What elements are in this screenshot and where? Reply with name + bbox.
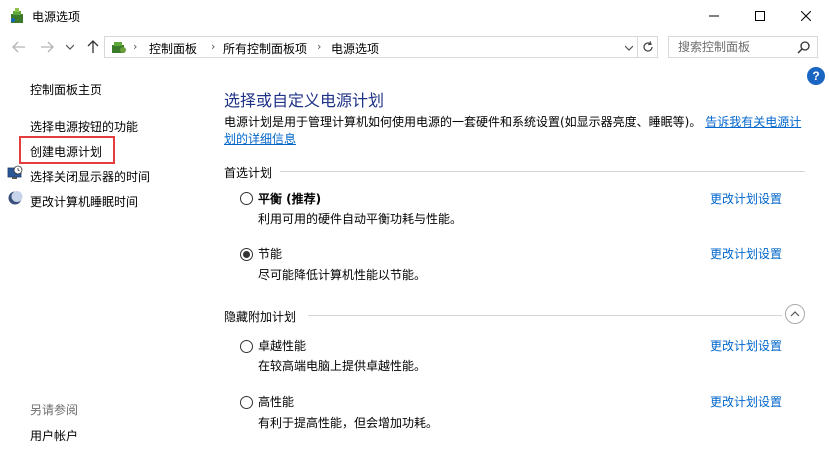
plan-power-saver-name[interactable]: 节能: [258, 245, 282, 262]
plan-power-saver-desc: 尽可能降低计算机性能以节能。: [258, 268, 427, 282]
section-divider: [280, 171, 805, 172]
back-button[interactable]: [10, 38, 28, 56]
plan-ultimate-change-link[interactable]: 更改计划设置: [710, 337, 782, 354]
hidden-plans-heading: 隐藏附加计划: [224, 310, 297, 324]
description-text: 电源计划是用于管理计算机如何使用电源的一套硬件和系统设置(如显示器亮度、睡眠等)…: [224, 115, 702, 129]
plan-ultimate-desc: 在较高端电脑上提供卓越性能。: [258, 359, 427, 373]
plan-balanced-desc: 利用可用的硬件自动平衡功耗与性能。: [258, 212, 463, 226]
up-button[interactable]: [84, 38, 102, 56]
sidebar-item-create-plan[interactable]: 创建电源计划: [30, 143, 102, 160]
plan-power-saver-change-link[interactable]: 更改计划设置: [710, 245, 782, 262]
plan-high-performance-change-link[interactable]: 更改计划设置: [710, 393, 782, 410]
chevron-down-icon: [625, 45, 633, 51]
arrow-left-icon: [12, 41, 25, 53]
collapse-hidden-plans-button[interactable]: [785, 304, 805, 324]
title-bar: 电源选项: [0, 0, 829, 32]
arrow-right-icon: [41, 41, 54, 53]
sidebar-item-sleep-time[interactable]: 更改计算机睡眠时间: [30, 193, 138, 210]
monitor-clock-icon: [7, 165, 23, 179]
see-also-heading: 另请参阅: [30, 403, 79, 417]
plan-ultimate-name[interactable]: 卓越性能: [258, 337, 306, 354]
maximize-button[interactable]: [737, 0, 783, 32]
breadcrumb-separator: ›: [133, 40, 138, 53]
breadcrumb-separator: ›: [317, 40, 322, 53]
page-description: 电源计划是用于管理计算机如何使用电源的一套硬件和系统设置(如显示器亮度、睡眠等)…: [224, 114, 804, 148]
plan-balanced-radio[interactable]: [240, 192, 253, 205]
close-button[interactable]: [783, 0, 829, 32]
search-input[interactable]: [669, 37, 793, 57]
power-options-icon: [11, 8, 23, 23]
refresh-button[interactable]: [638, 36, 658, 58]
chevron-down-icon: [66, 44, 74, 50]
maximize-icon: [755, 11, 765, 21]
control-panel-home-link[interactable]: 控制面板主页: [30, 81, 102, 98]
plan-balanced-name[interactable]: 平衡 (推荐): [258, 190, 321, 207]
help-button[interactable]: ?: [807, 67, 825, 85]
plan-ultimate-radio[interactable]: [240, 340, 253, 353]
window-title: 电源选项: [32, 10, 81, 24]
plan-high-performance-radio[interactable]: [240, 396, 253, 409]
forward-button[interactable]: [38, 38, 56, 56]
search-icon[interactable]: [797, 40, 811, 54]
minimize-button[interactable]: [691, 0, 737, 32]
breadcrumb-power-options[interactable]: 电源选项: [331, 40, 379, 57]
arrow-up-icon: [87, 40, 99, 53]
recent-locations-button[interactable]: [64, 38, 76, 56]
control-panel-icon: [112, 42, 126, 53]
address-dropdown-button[interactable]: [620, 37, 638, 59]
breadcrumb-control-panel[interactable]: 控制面板: [149, 40, 197, 57]
navigation-bar: › 控制面板 › 所有控制面板项 › 电源选项: [0, 32, 829, 62]
address-bar[interactable]: › 控制面板 › 所有控制面板项 › 电源选项: [104, 36, 638, 58]
chevron-up-icon: [790, 311, 800, 317]
preferred-plans-heading: 首选计划: [224, 166, 273, 180]
breadcrumb-separator: ›: [211, 40, 216, 53]
sidebar-item-display-off-time[interactable]: 选择关闭显示器的时间: [30, 168, 150, 185]
sidebar-item-power-button[interactable]: 选择电源按钮的功能: [30, 118, 138, 135]
refresh-icon: [642, 41, 653, 52]
plan-power-saver-radio[interactable]: [240, 248, 253, 261]
minimize-icon: [709, 15, 719, 17]
section-divider: [308, 315, 782, 316]
user-accounts-link[interactable]: 用户帐户: [30, 427, 78, 444]
page-title: 选择或自定义电源计划: [224, 91, 385, 110]
plan-high-performance-desc: 有利于提高性能，但会增加功耗。: [258, 416, 439, 430]
moon-icon: [8, 191, 23, 205]
breadcrumb-all-items[interactable]: 所有控制面板项: [223, 40, 307, 57]
plan-balanced-change-link[interactable]: 更改计划设置: [710, 190, 782, 207]
plan-high-performance-name[interactable]: 高性能: [258, 393, 294, 410]
close-icon: [801, 11, 811, 21]
search-box: [668, 36, 818, 58]
